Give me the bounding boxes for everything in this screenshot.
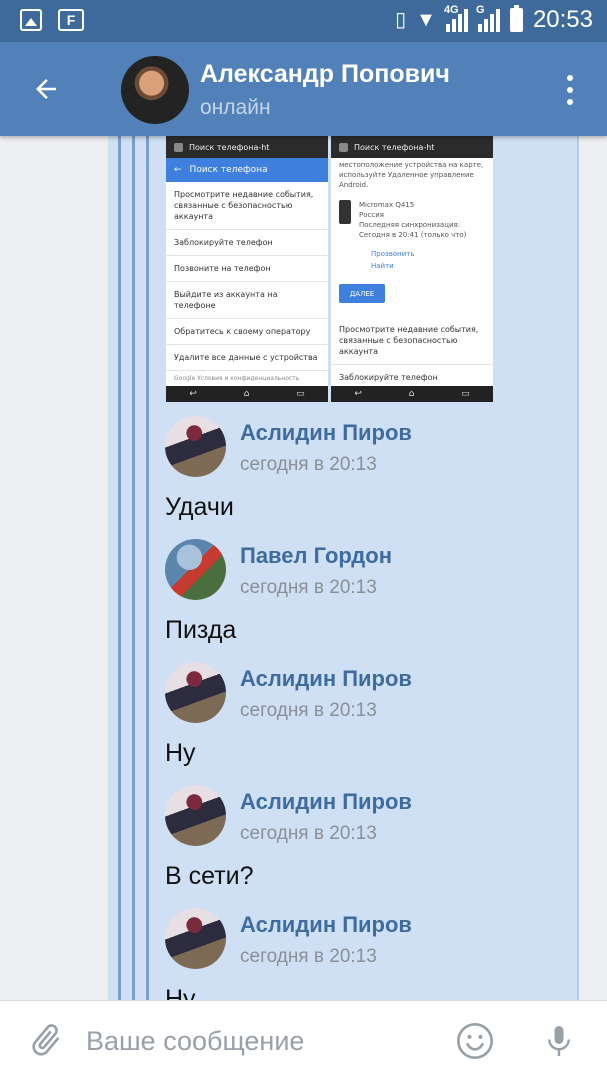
device-country: Россия: [359, 211, 384, 219]
photo-list-item: Просмотрите недавние события, связанные …: [166, 182, 328, 230]
contact-name[interactable]: Александр Попович: [200, 60, 450, 89]
smiley-icon: [457, 1023, 493, 1059]
message-time: сегодня в 20:13: [240, 577, 377, 598]
paperclip-icon: [32, 1024, 59, 1056]
back-arrow-icon: [36, 79, 56, 99]
photo-nav-bar: ↩ ⌂ ▭: [166, 386, 328, 402]
forward-indent-line: [146, 136, 149, 1000]
battery-icon: [509, 5, 523, 32]
message-time: сегодня в 20:13: [240, 454, 377, 475]
message-input[interactable]: [86, 1015, 436, 1067]
find-link: Найти: [371, 262, 394, 270]
more-options-button[interactable]: [555, 72, 585, 108]
author-avatar[interactable]: [165, 662, 226, 723]
photo-tab-title: Поиск телефона-ht: [189, 142, 270, 152]
photo-nav-bar: ↩ ⌂ ▭: [331, 386, 493, 402]
contact-avatar[interactable]: [121, 56, 189, 124]
author-name[interactable]: Аслидин Пиров: [240, 912, 412, 938]
author-name[interactable]: Павел Гордон: [240, 543, 392, 569]
attached-photo[interactable]: Поиск телефона-ht местоположение устройс…: [331, 136, 493, 402]
contact-status: онлайн: [200, 96, 271, 119]
status-bar: F ▯ ▼ 4G G 20:53: [0, 0, 607, 42]
device-sync: Последняя синхронизация: Сегодня в 20:41…: [359, 221, 467, 239]
author-avatar[interactable]: [165, 908, 226, 969]
message-text: Пизда: [165, 616, 237, 644]
microphone-icon: [548, 1026, 570, 1056]
author-avatar[interactable]: [165, 416, 226, 477]
more-vertical-icon: [567, 75, 573, 81]
message-time: сегодня в 20:13: [240, 700, 377, 721]
author-name[interactable]: Аслидин Пиров: [240, 789, 412, 815]
message-list[interactable]: Поиск телефона-ht ← Поиск телефона Просмо…: [0, 136, 607, 1000]
message-time: сегодня в 20:13: [240, 823, 377, 844]
author-name[interactable]: Аслидин Пиров: [240, 420, 412, 446]
photo-attachments: Поиск телефона-ht ← Поиск телефона Просмо…: [166, 136, 493, 402]
photo-list-item: Заблокируйте телефон: [166, 230, 328, 256]
message-text: В сети?: [165, 862, 254, 890]
forward-indent-line: [132, 136, 135, 1000]
photo-list-item: Обратитесь к своему оператору: [166, 319, 328, 345]
microphone-button[interactable]: [541, 1021, 577, 1061]
message-composer: [0, 1000, 607, 1080]
photo-list-item: Просмотрите недавние события, связанные …: [331, 317, 493, 365]
photo-list-item: Позвоните на телефон: [166, 256, 328, 282]
forward-indent-line: [118, 136, 121, 1000]
photo-footer: Google Условия и конфиденциальность: [174, 375, 300, 382]
photo-intro-text: местоположение устройства на карте, испо…: [339, 161, 484, 189]
emoji-button[interactable]: [455, 1021, 495, 1061]
next-button: ДАЛЕЕ: [339, 284, 385, 303]
back-button[interactable]: [22, 68, 70, 110]
status-clock: 20:53: [532, 6, 593, 33]
attached-photo[interactable]: Поиск телефона-ht ← Поиск телефона Просмо…: [166, 136, 328, 402]
author-avatar[interactable]: [165, 539, 226, 600]
message-time: сегодня в 20:13: [240, 946, 377, 967]
signal-icon: 4G: [444, 4, 468, 32]
photo-tab-title: Поиск телефона-ht: [354, 142, 435, 152]
author-name[interactable]: Аслидин Пиров: [240, 666, 412, 692]
message-text: Удачи: [165, 493, 234, 521]
author-avatar[interactable]: [165, 785, 226, 846]
photo-device-card: Micromax Q415 Россия Последняя синхрониз…: [331, 192, 493, 248]
flipboard-icon: F: [58, 9, 84, 31]
message-text: Ну: [165, 739, 196, 767]
vibrate-icon: ▯: [395, 9, 407, 31]
back-arrow-icon: ←: [174, 165, 182, 175]
phone-icon: [339, 200, 351, 224]
ring-link: Прозвонить: [371, 250, 415, 258]
network-type-label: 4G: [443, 4, 459, 16]
wifi-icon: ▼: [416, 9, 436, 31]
photo-list-item: Выйдите из аккаунта на телефоне: [166, 282, 328, 319]
image-icon: [20, 9, 42, 31]
network-type-label: G: [475, 4, 485, 16]
attach-button[interactable]: [26, 1021, 66, 1061]
signal-icon: G: [476, 4, 500, 32]
photo-list-item: Удалите все данные с устройства: [166, 345, 328, 371]
photo-page-title: Поиск телефона: [189, 165, 268, 175]
device-name: Micromax Q415: [359, 201, 415, 209]
chat-header: Александр Попович онлайн: [0, 42, 607, 136]
message-text: Ну: [165, 985, 196, 1000]
